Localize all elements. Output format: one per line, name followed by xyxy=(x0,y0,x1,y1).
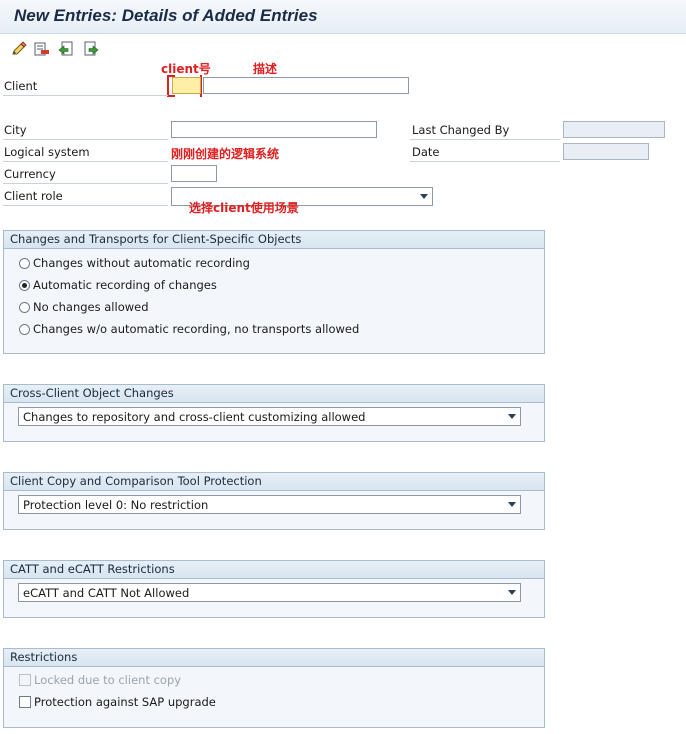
chevron-down-icon[interactable] xyxy=(508,590,516,595)
chevron-down-icon[interactable] xyxy=(420,194,428,199)
locked-checkbox-label: Locked due to client copy xyxy=(34,673,182,687)
annotation-description: 描述 xyxy=(253,62,278,76)
chevron-down-icon[interactable] xyxy=(508,502,516,507)
radio-option[interactable]: Changes w/o automatic recording, no tran… xyxy=(19,322,359,336)
radio-option[interactable]: No changes allowed xyxy=(19,300,149,314)
catt-group-title: CATT and eCATT Restrictions xyxy=(4,561,544,579)
application-toolbar xyxy=(0,34,686,64)
title-bar: New Entries: Details of Added Entries xyxy=(0,0,686,34)
currency-input[interactable] xyxy=(171,165,217,182)
radio-label: Changes without automatic recording xyxy=(33,256,250,270)
last-changed-by-underline xyxy=(410,139,560,140)
currency-label-underline xyxy=(3,183,168,184)
client-number-input[interactable] xyxy=(172,77,201,94)
transports-group: Changes and Transports for Client-Specif… xyxy=(3,230,545,354)
client-description-input[interactable] xyxy=(203,77,409,94)
radio-label: No changes allowed xyxy=(33,300,149,314)
radio-option[interactable]: Changes without automatic recording xyxy=(19,256,250,270)
radio-option[interactable]: Automatic recording of changes xyxy=(19,278,217,292)
currency-label: Currency xyxy=(4,167,56,181)
restrictions-group: Restrictions Locked due to client copy P… xyxy=(3,648,545,728)
radio-button-selected[interactable] xyxy=(19,280,30,291)
next-entry-icon[interactable] xyxy=(83,41,99,57)
edit-pen-icon[interactable] xyxy=(11,41,27,57)
copy-protection-group: Client Copy and Comparison Tool Protecti… xyxy=(3,472,545,530)
annotation-client-role: 选择client使用场景 xyxy=(189,201,299,215)
city-label-underline xyxy=(3,139,168,140)
previous-entry-icon[interactable] xyxy=(58,41,74,57)
delete-row-icon[interactable] xyxy=(34,41,50,57)
city-label: City xyxy=(4,123,27,137)
cross-client-dropdown[interactable]: Changes to repository and cross-client c… xyxy=(18,407,521,426)
client-label: Client xyxy=(4,79,38,93)
transports-group-title: Changes and Transports for Client-Specif… xyxy=(4,231,544,249)
radio-button[interactable] xyxy=(19,302,30,313)
date-label-underline xyxy=(410,161,560,162)
catt-dropdown[interactable]: eCATT and CATT Not Allowed xyxy=(18,583,521,602)
cross-client-group: Cross-Client Object Changes Changes to r… xyxy=(3,384,545,442)
locked-checkbox-row: Locked due to client copy xyxy=(19,673,181,687)
client-role-underline xyxy=(3,205,168,206)
copy-protection-dropdown[interactable]: Protection level 0: No restriction xyxy=(18,495,521,514)
copy-protection-group-title: Client Copy and Comparison Tool Protecti… xyxy=(4,473,544,491)
protection-checkbox[interactable] xyxy=(19,696,31,708)
last-changed-by-label: Last Changed By xyxy=(412,123,510,137)
catt-group: CATT and eCATT Restrictions eCATT and CA… xyxy=(3,560,545,618)
locked-checkbox xyxy=(19,674,31,686)
chevron-down-icon[interactable] xyxy=(508,414,516,419)
city-input[interactable] xyxy=(171,121,377,138)
date-label: Date xyxy=(412,145,440,159)
protection-checkbox-row[interactable]: Protection against SAP upgrade xyxy=(19,695,216,709)
page-title: New Entries: Details of Added Entries xyxy=(14,6,318,25)
radio-button[interactable] xyxy=(19,324,30,335)
date-field xyxy=(563,143,649,160)
logical-system-underline xyxy=(3,161,168,162)
logical-system-label: Logical system xyxy=(4,145,90,159)
protection-checkbox-label: Protection against SAP upgrade xyxy=(34,695,216,709)
annotation-logical-system: 刚刚创建的逻辑系统 xyxy=(171,147,280,161)
cross-client-value: Changes to repository and cross-client c… xyxy=(23,410,366,424)
client-role-label: Client role xyxy=(4,189,63,203)
catt-value: eCATT and CATT Not Allowed xyxy=(23,586,190,600)
radio-label: Automatic recording of changes xyxy=(33,278,217,292)
copy-protection-value: Protection level 0: No restriction xyxy=(23,498,209,512)
radio-button[interactable] xyxy=(19,258,30,269)
last-changed-by-field xyxy=(563,121,665,138)
client-label-underline xyxy=(3,95,168,96)
radio-label: Changes w/o automatic recording, no tran… xyxy=(33,322,360,336)
cross-client-group-title: Cross-Client Object Changes xyxy=(4,385,544,403)
restrictions-group-title: Restrictions xyxy=(4,649,544,667)
